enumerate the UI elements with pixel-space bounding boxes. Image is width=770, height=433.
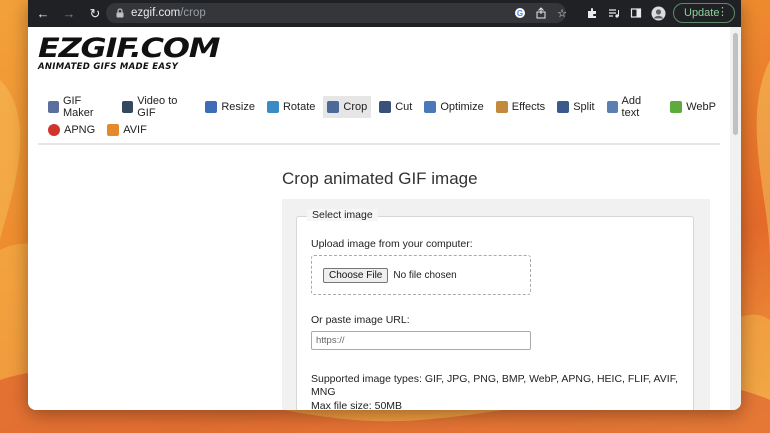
extensions-icon[interactable]: [584, 5, 600, 21]
menu-item-add-text[interactable]: Add text: [603, 94, 663, 119]
menu-item-resize[interactable]: Resize: [201, 96, 259, 118]
resize-icon: [205, 100, 218, 113]
tool-menu-row-1: GIF Maker Video to GIF Resize Rotate Crop Cut…: [44, 94, 724, 119]
share-icon[interactable]: [533, 5, 549, 21]
menu-item-effects[interactable]: Effects: [492, 96, 549, 118]
menu-item-split[interactable]: Split: [553, 96, 598, 118]
page-title: Crop animated GIF image: [282, 169, 478, 188]
url-label: Or paste image URL:: [311, 314, 410, 326]
menu-item-apng[interactable]: APNG: [44, 119, 99, 141]
forward-icon[interactable]: →: [58, 3, 80, 25]
url-path: /crop: [180, 7, 206, 19]
menu-item-rotate[interactable]: Rotate: [263, 96, 319, 118]
upload-form: Select image Upload image from your comp…: [282, 199, 710, 410]
menu-item-label: Resize: [221, 100, 255, 113]
film-icon: [122, 100, 134, 113]
file-dropzone[interactable]: Choose File No file chosen: [311, 255, 531, 295]
menu-item-label: Effects: [511, 100, 546, 113]
menu-item-video-to-gif[interactable]: Video to GIF: [118, 94, 197, 119]
logo-text: EZGIF.COM: [38, 33, 220, 64]
page-scrollbar[interactable]: [730, 27, 741, 410]
menu-item-label: Video to GIF: [137, 94, 178, 119]
page-content: EZGIF.COM ANIMATED GIFS MADE EASY GIF Ma…: [28, 27, 730, 410]
optimize-icon: [424, 100, 437, 113]
fieldset-legend: Select image: [307, 209, 378, 221]
tool-menu: GIF Maker Video to GIF Resize Rotate Crop Cut…: [44, 95, 724, 141]
menu-item-label: Cut: [395, 100, 413, 113]
menu-item-crop[interactable]: Crop: [323, 95, 372, 118]
menu-item-label: Optimize: [440, 100, 484, 113]
menu-divider: [38, 143, 720, 145]
sidepanel-icon[interactable]: [628, 5, 644, 21]
menu-item-label: Crop: [343, 100, 368, 113]
update-button[interactable]: Update ⋮: [673, 3, 735, 23]
menu-item-label: Split: [573, 100, 595, 113]
rotate-icon: [266, 100, 279, 113]
cut-icon: [379, 100, 392, 113]
supported-types: Supported image types: GIF, JPG, PNG, BM…: [311, 373, 678, 398]
site-logo[interactable]: EZGIF.COM ANIMATED GIFS MADE EASY: [38, 35, 220, 72]
effects-icon: [495, 100, 508, 113]
split-icon: [557, 100, 570, 113]
menu-item-label: WebP: [686, 100, 716, 113]
menu-item-label: GIF Maker: [62, 94, 94, 119]
update-label: Update: [684, 7, 720, 19]
menu-item-label: APNG: [64, 123, 96, 136]
crop-icon: [327, 100, 340, 113]
menu-item-webp[interactable]: WebP: [666, 96, 720, 118]
browser-toolbar: ← → ↻ ezgif.com/crop G ☆ Update ⋮: [28, 0, 741, 27]
menu-item-avif[interactable]: AVIF: [103, 119, 151, 141]
lock-icon: [116, 8, 124, 18]
tool-menu-row-2: APNG AVIF: [44, 118, 724, 141]
avif-icon: [107, 123, 120, 136]
gif-maker-icon: [48, 100, 59, 113]
upload-label: Upload image from your computer:: [311, 238, 473, 250]
menu-item-label: AVIF: [123, 123, 147, 136]
max-file-size: Max file size: 50MB: [311, 400, 403, 410]
scrollbar-thumb[interactable]: [733, 33, 738, 135]
webp-icon: [670, 100, 683, 113]
star-icon[interactable]: ☆: [554, 5, 570, 21]
url-host: ezgif.com: [131, 7, 181, 19]
address-bar[interactable]: ezgif.com/crop: [106, 3, 566, 23]
profile-icon[interactable]: [650, 5, 666, 21]
text-icon: [606, 100, 618, 113]
menu-item-cut[interactable]: Cut: [375, 96, 416, 118]
menu-item-label: Rotate: [282, 100, 316, 113]
back-icon[interactable]: ←: [32, 3, 54, 25]
menu-item-label: Add text: [621, 94, 642, 119]
google-icon[interactable]: G: [512, 5, 528, 21]
no-file-text: No file chosen: [393, 269, 457, 281]
image-url-input[interactable]: https://: [311, 331, 531, 350]
menu-item-optimize[interactable]: Optimize: [420, 96, 487, 118]
browser-window: ← → ↻ ezgif.com/crop G ☆ Update ⋮ EZGIF.…: [28, 0, 741, 410]
media-icon[interactable]: [606, 5, 622, 21]
svg-text:G: G: [517, 9, 523, 18]
select-image-fieldset: Select image Upload image from your comp…: [296, 209, 694, 410]
reload-icon[interactable]: ↻: [84, 3, 106, 25]
menu-item-gif-maker[interactable]: GIF Maker: [44, 94, 114, 119]
apng-icon: [48, 123, 60, 136]
choose-file-button[interactable]: Choose File: [323, 267, 389, 283]
menu-icon[interactable]: ⋮: [717, 5, 728, 18]
